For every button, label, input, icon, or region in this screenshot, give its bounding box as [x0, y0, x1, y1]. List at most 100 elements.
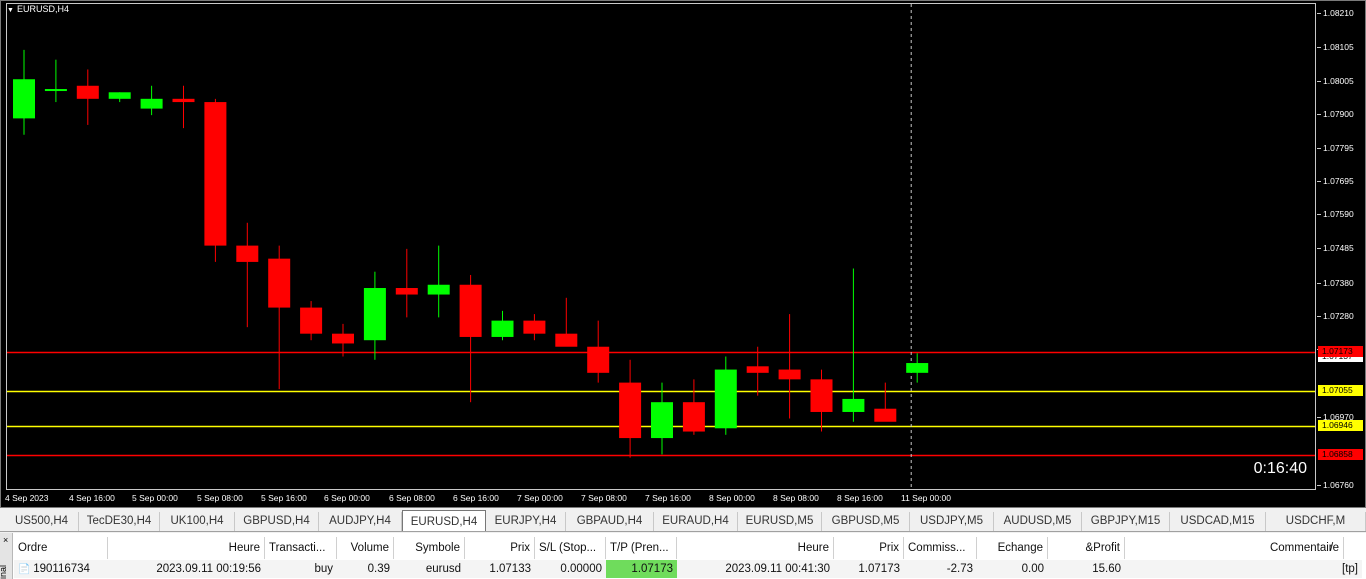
symbol-tab[interactable]: USDCHF,M — [1266, 512, 1366, 531]
candle-body — [204, 102, 227, 246]
symbol-tab[interactable]: AUDUSD,M5 — [994, 512, 1082, 531]
column-header[interactable]: Volume — [337, 537, 394, 559]
symbol-tab[interactable]: US500,H4 — [5, 512, 79, 531]
price-tick-label: 1.07900 — [1323, 109, 1354, 119]
time-axis-label: 8 Sep 00:00 — [709, 493, 755, 503]
sort-indicator-icon[interactable]: / — [1326, 537, 1340, 559]
column-header[interactable]: Prix — [834, 537, 904, 559]
price-tick-mark — [1317, 316, 1321, 317]
chart-title: ▼ EURUSD,H4 — [7, 4, 69, 14]
column-header[interactable]: S/L (Stop... — [535, 537, 606, 559]
symbol-tab[interactable]: EURAUD,H4 — [654, 512, 738, 531]
symbol-tab[interactable]: EURUSD,M5 — [738, 512, 822, 531]
table-cell: 📄 190116734 — [14, 560, 108, 578]
level-price-label: 1.07173 — [1318, 346, 1363, 357]
price-tick-mark — [1317, 417, 1321, 418]
time-axis-label: 5 Sep 08:00 — [197, 493, 243, 503]
column-header[interactable]: Echange — [977, 537, 1048, 559]
order-document-icon: 📄 — [18, 564, 34, 575]
column-header[interactable]: Commiss... — [904, 537, 977, 559]
table-cell: eurusd — [394, 560, 465, 578]
time-axis-label: 6 Sep 00:00 — [324, 493, 370, 503]
price-tick-label: 1.08005 — [1323, 76, 1354, 86]
close-icon[interactable]: × — [3, 535, 8, 545]
time-axis-label: 4 Sep 2023 — [5, 493, 49, 503]
symbol-tab[interactable]: UK100,H4 — [160, 512, 235, 531]
symbol-tab[interactable]: GBPUSD,H4 — [235, 512, 319, 531]
candle-body — [810, 379, 833, 412]
price-tick-mark — [1317, 248, 1321, 249]
time-axis-label: 6 Sep 16:00 — [453, 493, 499, 503]
candle-body — [746, 366, 769, 373]
candle-body — [300, 307, 323, 334]
time-axis-label: 5 Sep 00:00 — [132, 493, 178, 503]
candle-body — [13, 79, 35, 119]
table-cell: 1.07133 — [465, 560, 535, 578]
price-tick-mark — [1317, 181, 1321, 182]
terminal-panel: × inal Ordre Heure Transacti... Volume Symbo… — [0, 533, 1366, 579]
symbol-tab[interactable]: USDJPY,M5 — [910, 512, 994, 531]
candle-body — [427, 284, 450, 295]
column-header[interactable]: T/P (Pren... — [606, 537, 677, 559]
candle-body — [459, 284, 482, 337]
symbol-tab[interactable]: AUDJPY,H4 — [319, 512, 402, 531]
candle-body — [714, 369, 737, 429]
table-cell: 2023.09.11 00:19:56 — [108, 560, 265, 578]
symbol-tab[interactable]: TecDE30,H4 — [79, 512, 160, 531]
price-tick-mark — [1317, 148, 1321, 149]
candlestick-chart — [7, 4, 1315, 489]
symbol-tab[interactable]: USDCAD,M15 — [1170, 512, 1266, 531]
symbol-tab[interactable]: GBPUSD,M5 — [822, 512, 910, 531]
table-cell: 15.60 — [1048, 560, 1125, 578]
chart-window[interactable]: ▼ EURUSD,H4 0:16:40 1.08210 1.08105 1.08005… — [0, 0, 1366, 508]
price-tick-label: 1.07795 — [1323, 143, 1354, 153]
price-tick-mark — [1317, 283, 1321, 284]
table-cell: buy — [265, 560, 337, 578]
column-header[interactable]: Heure — [108, 537, 265, 559]
price-tick-mark — [1317, 81, 1321, 82]
symbol-tab[interactable]: EURUSD,H4 — [402, 510, 486, 531]
time-axis-label: 7 Sep 08:00 — [581, 493, 627, 503]
terminal-side-bar: × inal — [0, 533, 13, 579]
candle-body — [44, 89, 67, 92]
level-price-label: 1.07055 — [1318, 385, 1363, 396]
table-cell: 0.00 — [977, 560, 1048, 578]
candle-body — [395, 288, 418, 295]
price-tick-label: 1.08105 — [1323, 42, 1354, 52]
candle-body — [906, 363, 929, 373]
candle-body — [842, 398, 865, 412]
bar-countdown: 0:16:40 — [1253, 460, 1307, 477]
time-axis-label: 7 Sep 00:00 — [517, 493, 563, 503]
symbol-tab[interactable]: EURJPY,H4 — [486, 512, 566, 531]
column-header[interactable]: Heure — [677, 537, 834, 559]
column-header[interactable]: &Profit — [1048, 537, 1125, 559]
dropdown-triangle-icon[interactable]: ▼ — [7, 7, 14, 14]
symbol-tab[interactable]: GBPJPY,M15 — [1082, 512, 1170, 531]
price-tick-mark — [1317, 485, 1321, 486]
candle-body — [332, 333, 354, 344]
column-header[interactable]: Ordre — [14, 537, 108, 559]
table-cell: 0.39 — [337, 560, 394, 578]
table-cell: -2.73 — [904, 560, 977, 578]
level-price-label: 1.06946 — [1318, 420, 1363, 431]
column-header[interactable]: Commentaire — [1125, 537, 1344, 559]
terminal-side-label: inal — [0, 564, 9, 579]
time-axis[interactable]: 4 Sep 2023 4 Sep 16:00 5 Sep 00:00 5 Sep 08… — [1, 491, 1317, 507]
symbol-tab[interactable]: GBPAUD,H4 — [566, 512, 654, 531]
order-number: 190116734 — [33, 563, 90, 575]
candle-body — [140, 98, 163, 109]
price-tick-label: 1.07280 — [1323, 311, 1354, 321]
price-tick-label: 1.07380 — [1323, 278, 1354, 288]
time-axis-label: 7 Sep 16:00 — [645, 493, 691, 503]
price-tick-label: 1.06760 — [1323, 480, 1354, 490]
column-header[interactable]: Prix — [465, 537, 535, 559]
candle-body — [76, 85, 99, 99]
chart-plot-area[interactable] — [6, 3, 1316, 490]
column-header[interactable]: Symbole — [394, 537, 465, 559]
candle-body — [268, 258, 291, 308]
candle-body — [651, 402, 673, 439]
candle-body — [491, 320, 514, 337]
time-axis-label: 11 Sep 00:00 — [901, 493, 951, 503]
price-axis[interactable]: 1.08210 1.08105 1.08005 1.07900 1.07795 1.076… — [1317, 1, 1366, 509]
column-header[interactable]: Transacti... — [265, 537, 337, 559]
